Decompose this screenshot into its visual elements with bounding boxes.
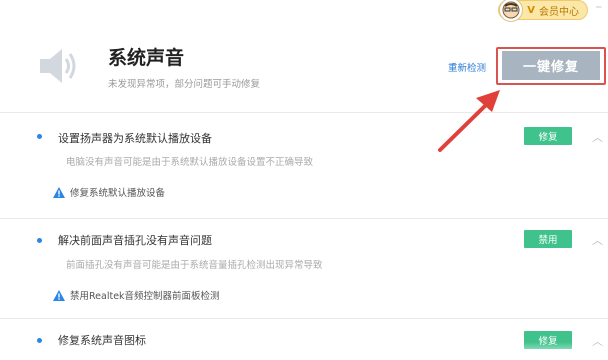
item-divider bbox=[0, 218, 608, 219]
item-divider bbox=[0, 318, 608, 319]
vip-badge: V bbox=[527, 4, 535, 16]
avatar[interactable] bbox=[499, 0, 523, 22]
repair-badge[interactable]: 修复 bbox=[524, 127, 572, 145]
item-action: 禁用Realtek音频控制器前面板检测 bbox=[53, 288, 220, 302]
speaker-icon bbox=[38, 45, 78, 87]
item-bullet bbox=[37, 134, 42, 139]
item-title: 设置扬声器为系统默认播放设备 bbox=[58, 132, 212, 145]
bottom-fade bbox=[0, 342, 608, 360]
item-description: 前面插孔没有声音可能是由于系统音量插孔检测出现异常导致 bbox=[66, 260, 323, 271]
fix-all-button[interactable]: 一键修复 bbox=[502, 51, 600, 80]
item-action-label: 禁用Realtek音频控制器前面板检测 bbox=[70, 291, 220, 302]
item-bullet bbox=[37, 238, 42, 243]
recheck-link[interactable]: 重新检测 bbox=[448, 60, 486, 74]
avatar-face-icon bbox=[502, 1, 520, 19]
item-action: 修复系统默认播放设备 bbox=[53, 185, 165, 199]
member-center-label: 会员中心 bbox=[539, 6, 579, 18]
warning-icon bbox=[53, 289, 65, 301]
header-divider bbox=[0, 112, 608, 113]
page-subtitle: 未发现异常项，部分问题可手动修复 bbox=[108, 79, 261, 90]
item-title: 解决前面声音插孔没有声音问题 bbox=[58, 234, 212, 247]
page-title: 系统声音 bbox=[108, 47, 185, 69]
item-description: 电脑没有声音可能是由于系统默认播放设备设置不正确导致 bbox=[66, 157, 314, 168]
collapse-icon[interactable]: ︿ bbox=[592, 129, 604, 144]
minimize-icon[interactable]: ⎯ bbox=[596, 0, 608, 14]
collapse-icon[interactable]: ︿ bbox=[592, 232, 604, 247]
item-action-label: 修复系统默认播放设备 bbox=[70, 188, 166, 199]
warning-icon bbox=[53, 186, 65, 198]
disable-badge[interactable]: 禁用 bbox=[524, 230, 572, 248]
